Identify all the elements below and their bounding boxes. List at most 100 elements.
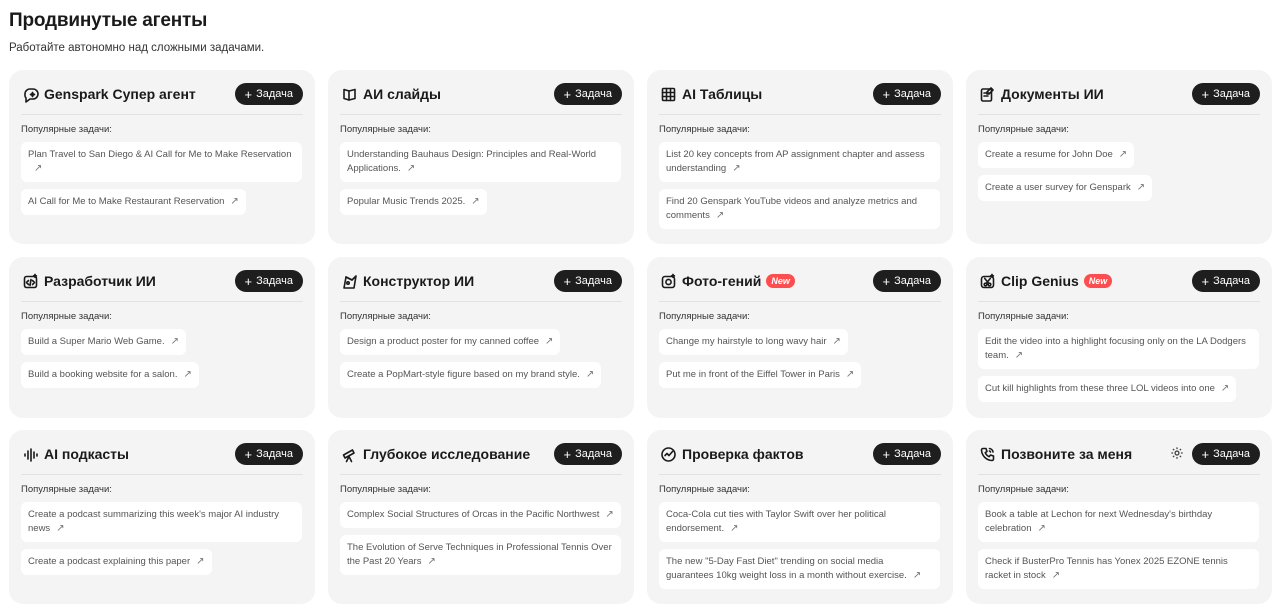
arrow-up-right-icon: ↗ [170, 336, 179, 347]
task-suggestion-text: Plan Travel to San Diego & AI Call for M… [28, 149, 292, 160]
photo-sparkle-icon [659, 272, 677, 290]
task-suggestion[interactable]: The Evolution of Serve Techniques in Pro… [340, 535, 621, 575]
gear-icon[interactable] [1170, 446, 1186, 462]
add-task-label: Задача [575, 88, 612, 100]
arrow-up-right-icon: ↗ [183, 369, 192, 380]
agent-title[interactable]: Документы ИИ [1001, 86, 1104, 102]
task-suggestion-text: Complex Social Structures of Orcas in th… [347, 509, 600, 520]
task-suggestion[interactable]: Build a Super Mario Web Game. ↗ [21, 329, 186, 355]
add-task-button[interactable]: + Задача [553, 443, 622, 465]
popular-tasks-label: Популярные задачи: [659, 124, 750, 135]
popular-tasks-label: Популярные задачи: [659, 311, 750, 322]
task-suggestion[interactable]: Put me in front of the Eiffel Tower in P… [659, 362, 862, 388]
add-task-button[interactable]: + Задача [553, 83, 622, 105]
task-suggestion[interactable]: Create a user survey for Genspark ↗ [978, 175, 1153, 201]
add-task-button[interactable]: + Задача [1191, 443, 1260, 465]
agent-card-header: Разработчик ИИ + Задача [21, 269, 303, 302]
arrow-up-right-icon: ↗ [605, 509, 614, 520]
arrow-up-right-icon: ↗ [545, 336, 554, 347]
plus-icon: + [1201, 86, 1210, 102]
add-task-button[interactable]: + Задача [872, 270, 941, 292]
add-task-button[interactable]: + Задача [872, 443, 941, 465]
agent-title[interactable]: Фото-гений [682, 273, 761, 289]
agent-title[interactable]: Глубокое исследование [363, 446, 530, 462]
agent-card-header: Clip Genius New + Задача [978, 269, 1260, 302]
task-suggestion[interactable]: List 20 key concepts from AP assignment … [659, 142, 940, 182]
task-suggestion[interactable]: Build a booking website for a salon. ↗ [21, 362, 199, 388]
plus-icon: + [244, 86, 253, 102]
agent-title[interactable]: Конструктор ИИ [363, 273, 474, 289]
add-task-button[interactable]: + Задача [1191, 83, 1260, 105]
task-suggestion[interactable]: Design a product poster for my canned co… [340, 329, 561, 355]
task-suggestion[interactable]: Create a PopMart-style figure based on m… [340, 362, 602, 388]
task-suggestion[interactable]: Popular Music Trends 2025. ↗ [340, 189, 487, 215]
task-suggestion-text: AI Call for Me to Make Restaurant Reserv… [28, 196, 225, 207]
agent-card-header: АИ слайды + Задача [340, 82, 622, 115]
agent-title[interactable]: Clip Genius [1001, 273, 1079, 289]
add-task-button[interactable]: + Задача [234, 270, 303, 292]
arrow-up-right-icon: ↗ [427, 556, 436, 567]
agent-card-header: Genspark Супер агент + Задача [21, 82, 303, 115]
popular-tasks-label: Популярные задачи: [21, 124, 112, 135]
task-suggestion[interactable]: Plan Travel to San Diego & AI Call for M… [21, 142, 302, 182]
task-suggestion[interactable]: Check if BusterPro Tennis has Yonex 2025… [978, 549, 1259, 589]
agent-title[interactable]: Позвоните за меня [1001, 446, 1132, 462]
task-suggestion-text: Cut kill highlights from these three LOL… [985, 383, 1215, 394]
agent-title[interactable]: АИ слайды [363, 86, 441, 102]
popular-tasks-label: Популярные задачи: [21, 311, 112, 322]
task-suggestion[interactable]: The new "5-Day Fast Diet" trending on so… [659, 549, 940, 589]
task-suggestion[interactable]: Create a podcast summarizing this week's… [21, 502, 302, 542]
task-suggestion[interactable]: Change my hairstyle to long wavy hair ↗ [659, 329, 848, 355]
agent-card: Глубокое исследование + Задача Популярные з… [328, 430, 634, 604]
add-task-button[interactable]: + Задача [1191, 270, 1260, 292]
task-suggestion[interactable]: AI Call for Me to Make Restaurant Reserv… [21, 189, 246, 215]
popular-tasks-label: Популярные задачи: [340, 311, 431, 322]
arrow-up-right-icon: ↗ [56, 523, 65, 534]
arrow-up-right-icon: ↗ [732, 163, 741, 174]
arrow-up-right-icon: ↗ [1014, 350, 1024, 361]
task-suggestion-text: Create a podcast explaining this paper [28, 556, 191, 567]
agent-title[interactable]: AI подкасты [44, 446, 129, 462]
task-suggestion-text: Popular Music Trends 2025. [347, 196, 466, 207]
arrow-up-right-icon: ↗ [34, 163, 43, 174]
agent-title[interactable]: Проверка фактов [682, 446, 803, 462]
task-suggestion[interactable]: Coca-Cola cut ties with Taylor Swift ove… [659, 502, 940, 542]
add-task-label: Задача [1213, 88, 1250, 100]
task-suggestion-text: Create a resume for John Doe [985, 149, 1113, 160]
chat-sparkle-icon [21, 85, 39, 103]
agent-title[interactable]: Разработчик ИИ [44, 273, 156, 289]
task-suggestion[interactable]: Cut kill highlights from these three LOL… [978, 376, 1237, 402]
agent-card-header: Конструктор ИИ + Задача [340, 269, 622, 302]
designer-icon [340, 272, 358, 290]
task-suggestion-text: Check if BusterPro Tennis has Yonex 2025… [985, 556, 1228, 581]
task-suggestion-text: Create a podcast summarizing this week's… [28, 509, 280, 534]
agent-title[interactable]: Genspark Супер агент [44, 86, 196, 102]
add-task-button[interactable]: + Задача [872, 83, 941, 105]
arrow-up-right-icon: ↗ [1136, 182, 1146, 193]
arrow-up-right-icon: ↗ [845, 369, 855, 380]
add-task-label: Задача [256, 448, 293, 460]
task-suggestion[interactable]: Book a table at Lechon for next Wednesda… [978, 502, 1259, 542]
task-suggestion[interactable]: Understanding Bauhaus Design: Principles… [340, 142, 621, 182]
task-suggestion-text: Coca-Cola cut ties with Taylor Swift ove… [666, 509, 886, 534]
task-suggestion-text: Design a product poster for my canned co… [347, 336, 540, 347]
arrow-up-right-icon: ↗ [730, 523, 739, 534]
agent-card-header: Фото-гений New + Задача [659, 269, 941, 302]
clip-scissors-icon [978, 272, 996, 290]
task-suggestion[interactable]: Edit the video into a highlight focusing… [978, 329, 1259, 369]
phone-icon [978, 445, 996, 463]
agent-title[interactable]: AI Таблицы [682, 86, 762, 102]
task-suggestion-text: Book a table at Lechon for next Wednesda… [985, 509, 1213, 534]
add-task-button[interactable]: + Задача [553, 270, 622, 292]
plus-icon: + [1201, 273, 1210, 289]
task-suggestion[interactable]: Complex Social Structures of Orcas in th… [340, 502, 621, 528]
add-task-button[interactable]: + Задача [234, 83, 303, 105]
task-suggestion[interactable]: Find 20 Genspark YouTube videos and anal… [659, 189, 940, 229]
agent-card: Документы ИИ + Задача Популярные задачи: Cre… [966, 70, 1272, 244]
add-task-button[interactable]: + Задача [234, 443, 303, 465]
new-badge: New [766, 274, 795, 288]
add-task-label: Задача [894, 275, 931, 287]
agent-card: Разработчик ИИ + Задача Популярные задачи: B… [9, 257, 315, 418]
task-suggestion[interactable]: Create a resume for John Doe ↗ [978, 142, 1135, 168]
task-suggestion[interactable]: Create a podcast explaining this paper ↗ [21, 549, 212, 575]
